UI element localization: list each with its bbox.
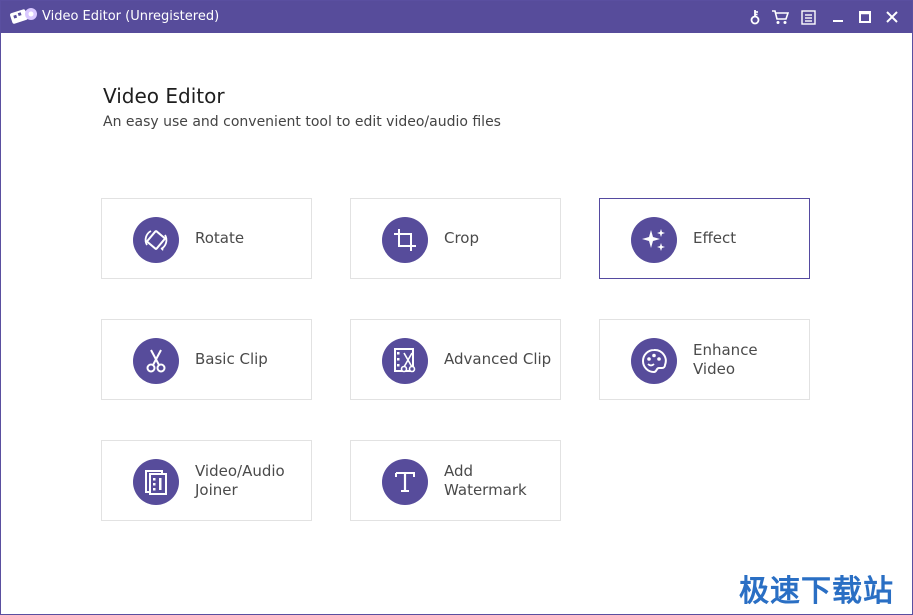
effect-sparkle-icon [631, 217, 677, 263]
tool-effect-button[interactable]: Effect [599, 198, 810, 279]
maximize-icon[interactable] [856, 8, 874, 26]
app-logo-icon [9, 7, 39, 27]
close-icon[interactable] [883, 8, 901, 26]
joiner-icon [133, 459, 179, 505]
tool-label: Crop [444, 229, 480, 247]
title-bar[interactable]: Video Editor (Unregistered) [1, 1, 912, 33]
scissors-icon [133, 338, 179, 384]
tool-rotate-button[interactable]: Rotate [101, 198, 312, 279]
tool-basic-clip-button[interactable]: Basic Clip [101, 319, 312, 400]
palette-icon [631, 338, 677, 384]
tool-label: Basic Clip [195, 350, 268, 368]
menu-icon[interactable] [799, 8, 817, 26]
minimize-icon[interactable] [829, 8, 847, 26]
app-window: Video Editor (Unregistered) Video Editor… [0, 0, 913, 615]
crop-icon [382, 217, 428, 263]
rotate-icon [133, 217, 179, 263]
cart-icon[interactable] [771, 8, 789, 26]
tool-label: Effect [693, 229, 737, 247]
tool-label: Video/Audio Joiner [195, 461, 285, 499]
site-watermark: 极速下载站 [739, 574, 894, 609]
tool-add-watermark-button[interactable]: Add Watermark [350, 440, 561, 521]
page-subtitle: An easy use and convenient tool to edit … [103, 114, 501, 130]
tool-label: Rotate [195, 229, 245, 247]
tool-label: Add Watermark [444, 461, 527, 499]
tool-advanced-clip-button[interactable]: Advanced Clip [350, 319, 561, 400]
page-title: Video Editor [103, 84, 225, 108]
tool-enhance-video-button[interactable]: Enhance Video [599, 319, 810, 400]
tool-crop-button[interactable]: Crop [350, 198, 561, 279]
tool-label: Enhance Video [693, 340, 758, 378]
tool-label: Advanced Clip [444, 350, 552, 368]
register-key-icon[interactable] [746, 8, 764, 26]
window-title: Video Editor (Unregistered) [42, 9, 220, 24]
text-watermark-icon [382, 459, 428, 505]
advanced-clip-icon [382, 338, 428, 384]
tool-joiner-button[interactable]: Video/Audio Joiner [101, 440, 312, 521]
